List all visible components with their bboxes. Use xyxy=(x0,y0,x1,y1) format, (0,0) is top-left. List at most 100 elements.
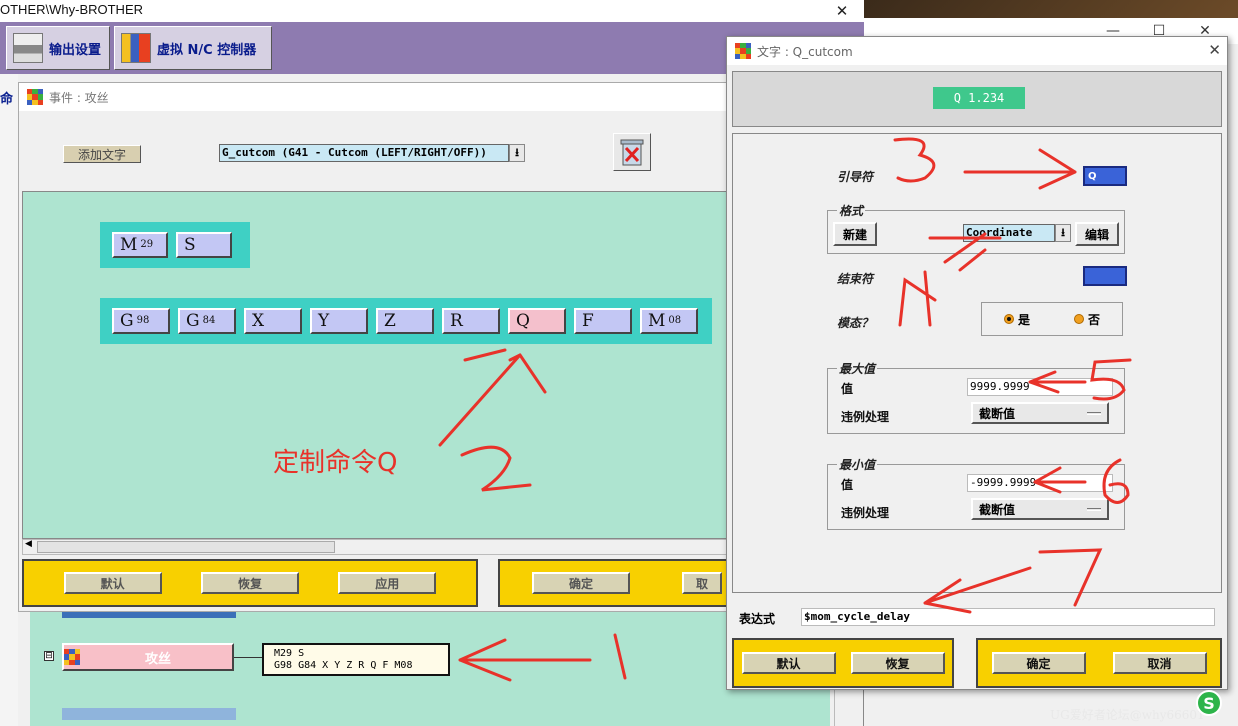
event-button-bar-left: 默认 恢复 应用 xyxy=(22,559,478,607)
format-dropdown[interactable]: Coordinate ⭳ xyxy=(963,224,1071,242)
word-block-s[interactable]: S xyxy=(176,232,232,258)
word-letter: G xyxy=(186,311,200,331)
event-item-above[interactable] xyxy=(62,612,236,618)
event-icon xyxy=(64,649,80,665)
max-violation-field: 截断值 xyxy=(971,402,1109,424)
word-block-z[interactable]: Z xyxy=(376,308,434,334)
word-block-x[interactable]: X xyxy=(244,308,302,334)
command-dropdown-value: G_cutcom (G41 - Cutcom (LEFT/RIGHT/OFF)) xyxy=(219,144,509,162)
left-strip-label: 命 xyxy=(0,92,14,107)
tree-collapse-toggle[interactable]: ⊟ xyxy=(44,651,54,661)
text-button-bar-right: 确定 取消 xyxy=(976,638,1222,688)
word-letter: X xyxy=(252,311,265,331)
trash-icon xyxy=(620,139,644,166)
tab-output-settings-label: 输出设置 xyxy=(49,42,102,58)
radio-on-icon xyxy=(1003,314,1014,324)
event-output-preview: M29 S G98 G84 X Y Z R Q F M08 xyxy=(262,643,450,676)
word-sub: 29 xyxy=(140,238,154,250)
preview-line-2: G98 G84 X Y Z R Q F M08 xyxy=(274,660,413,671)
event-item-below[interactable] xyxy=(62,708,236,720)
modal-radio-group: 是 否 xyxy=(981,302,1123,336)
word-letter: Q xyxy=(516,311,530,331)
main-window-title: OTHER\Why-BROTHER xyxy=(0,2,143,17)
command-canvas: M 29 S G 98 G 84 X Y Z R Q F M 08 定制命令Q xyxy=(22,191,728,539)
ok-button[interactable]: 确定 xyxy=(991,652,1086,674)
close-icon[interactable]: ✕ xyxy=(1208,41,1221,59)
restore-button[interactable]: 恢复 xyxy=(200,572,299,594)
dropdown-arrow-icon[interactable]: ⭳ xyxy=(509,144,525,162)
printer-icon xyxy=(13,33,43,63)
command-dropdown[interactable]: G_cutcom (G41 - Cutcom (LEFT/RIGHT/OFF))… xyxy=(219,143,525,163)
word-block-f[interactable]: F xyxy=(574,308,632,334)
modal-no-radio[interactable]: 否 xyxy=(1073,311,1100,328)
word-letter: Z xyxy=(384,311,396,331)
scrollbar-thumb[interactable] xyxy=(37,541,335,553)
main-titlebar: OTHER\Why-BROTHER ✕ xyxy=(0,0,864,22)
word-block-g98[interactable]: G 98 xyxy=(112,308,170,334)
trailer-field[interactable] xyxy=(1083,266,1127,286)
word-block-g84[interactable]: G 84 xyxy=(178,308,236,334)
restore-button[interactable]: 恢复 xyxy=(850,652,945,674)
event-dialog: 事件 : 攻丝 添加文字 G_cutcom (G41 - Cutcom (LEF… xyxy=(18,82,731,612)
event-dialog-title: 事件 : 攻丝 xyxy=(49,90,109,105)
dropdown-arrow-icon[interactable]: ⭳ xyxy=(1055,224,1071,242)
apply-button[interactable]: 应用 xyxy=(338,572,437,594)
command-row-1: M 29 S xyxy=(100,222,250,268)
word-block-q-selected[interactable]: Q xyxy=(508,308,566,334)
word-letter: M xyxy=(120,235,138,255)
tab-virtual-nc-controller[interactable]: 虚拟 N/C 控制器 xyxy=(114,26,272,70)
expression-label: 表达式 xyxy=(739,612,776,626)
default-button[interactable]: 默认 xyxy=(63,572,162,594)
min-violation-field: 截断值 xyxy=(971,498,1109,520)
app-icon xyxy=(735,43,751,59)
format-dropdown-value: Coordinate xyxy=(963,224,1055,242)
cancel-button-partial[interactable]: 取 xyxy=(682,572,722,594)
max-violation-label: 违例处理 xyxy=(841,410,890,424)
text-dialog-title: 文字 : Q_cutcom xyxy=(757,44,853,59)
max-violation-option[interactable]: 截断值 xyxy=(971,402,1109,424)
event-item-label: 攻丝 xyxy=(144,651,171,667)
min-value-input[interactable]: -9999.9999 xyxy=(967,474,1113,492)
main-close-button[interactable]: ✕ xyxy=(822,0,862,22)
word-letter: G xyxy=(120,311,134,331)
word-block-r[interactable]: R xyxy=(442,308,500,334)
edit-format-button[interactable]: 编辑 xyxy=(1075,222,1119,246)
option-menu-icon xyxy=(1087,411,1101,415)
word-block-y[interactable]: Y xyxy=(310,308,368,334)
add-text-button[interactable]: 添加文字 xyxy=(63,145,141,163)
radio-label: 否 xyxy=(1087,312,1100,327)
max-value-label: 值 xyxy=(841,382,854,396)
settings-panel: 引导符 Q 格式 新建 Coordinate ⭳ 编辑 结束符 模态？ 是 否 … xyxy=(732,133,1222,593)
tab-virtual-nc-label: 虚拟 N/C 控制器 xyxy=(157,42,257,58)
word-block-m29[interactable]: M 29 xyxy=(112,232,168,258)
min-violation-option[interactable]: 截断值 xyxy=(971,498,1109,520)
max-value-input[interactable]: 9999.9999 xyxy=(967,378,1113,396)
word-letter: S xyxy=(184,235,196,255)
tree-connector xyxy=(234,657,264,658)
leader-field[interactable]: Q xyxy=(1083,166,1127,186)
leader-value: Q xyxy=(1088,171,1097,182)
new-format-button[interactable]: 新建 xyxy=(833,222,877,246)
word-letter: F xyxy=(582,311,594,331)
ok-button[interactable]: 确定 xyxy=(532,572,630,594)
machine-icon xyxy=(121,33,151,63)
radio-off-icon xyxy=(1073,314,1084,324)
app-icon xyxy=(27,89,43,105)
word-sub: 84 xyxy=(202,314,216,326)
word-block-m08[interactable]: M 08 xyxy=(640,308,698,334)
horizontal-scrollbar[interactable]: ◀ xyxy=(22,539,728,555)
trash-button[interactable] xyxy=(613,133,651,171)
text-dialog: 文字 : Q_cutcom ✕ Q 1.234 引导符 Q 格式 新建 Coor… xyxy=(726,36,1228,690)
tab-output-settings[interactable]: 输出设置 xyxy=(6,26,110,70)
event-item-tapping[interactable]: 攻丝 xyxy=(62,643,234,671)
modal-yes-radio[interactable]: 是 xyxy=(1003,311,1030,328)
default-button[interactable]: 默认 xyxy=(741,652,836,674)
min-violation-value: 截断值 xyxy=(979,502,1016,517)
cancel-button[interactable]: 取消 xyxy=(1112,652,1207,674)
min-value-label: 值 xyxy=(841,478,854,492)
scroll-left-icon[interactable]: ◀ xyxy=(25,539,32,549)
event-button-bar-right: 确定 取 xyxy=(498,559,730,607)
expression-input[interactable]: $mom_cycle_delay xyxy=(801,608,1215,626)
left-strip xyxy=(0,74,18,726)
preview-panel: Q 1.234 xyxy=(732,71,1222,127)
